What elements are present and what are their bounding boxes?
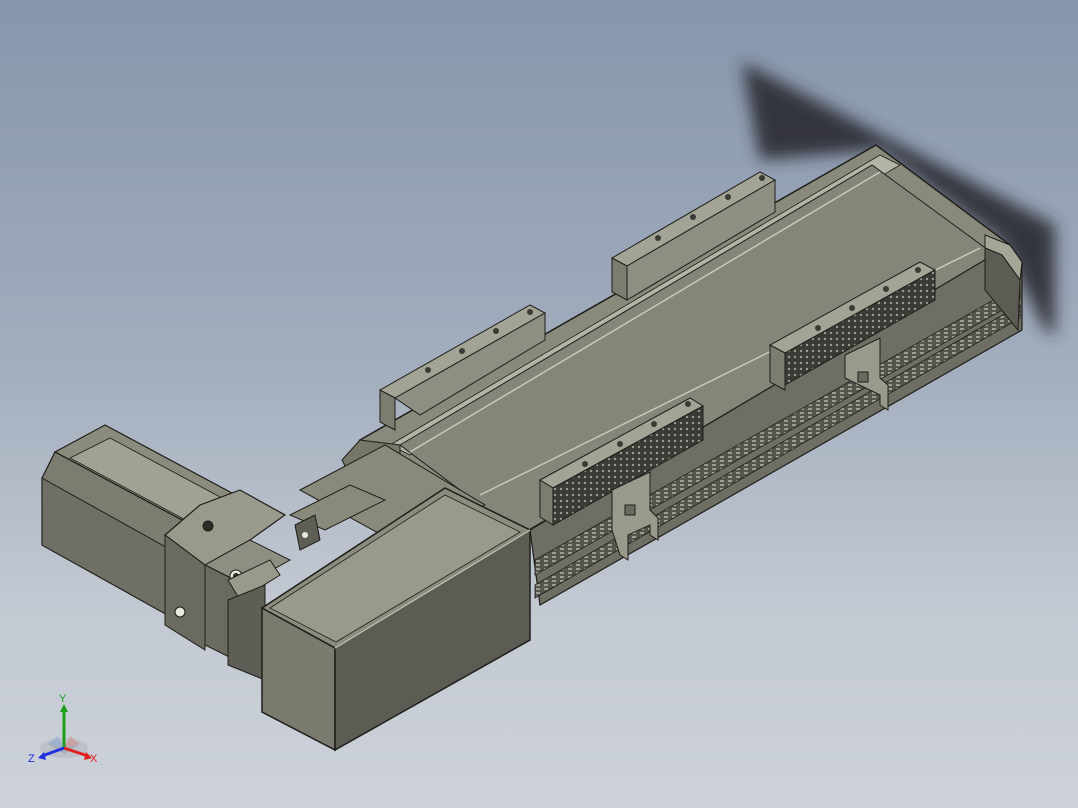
orientation-triad: Y X Z [28, 693, 98, 765]
y-axis-label: Y [59, 693, 67, 705]
motor-housing-box[interactable] [260, 484, 532, 752]
servo-motor[interactable] [41, 424, 292, 681]
x-axis-label: X [90, 753, 98, 765]
z-axis-label: Z [28, 753, 35, 765]
model-viewport[interactable] [0, 0, 1078, 808]
